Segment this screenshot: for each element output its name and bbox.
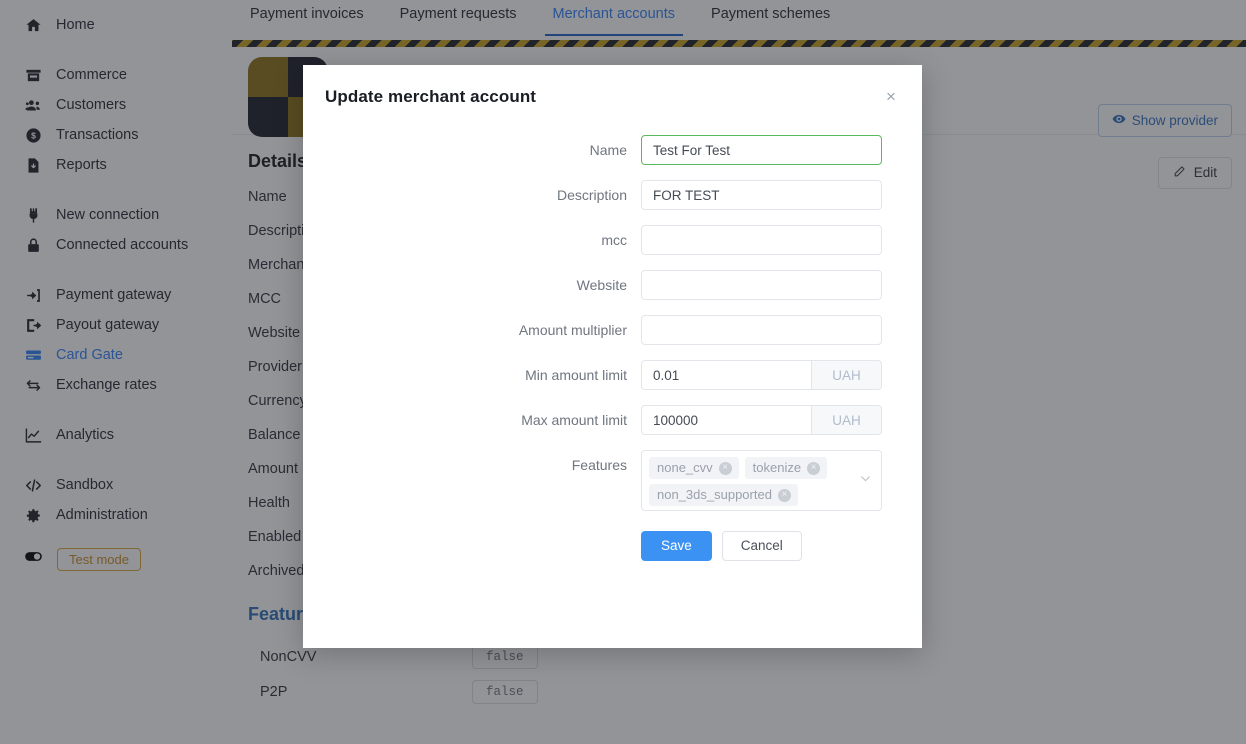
modal-actions: Save Cancel — [641, 531, 882, 561]
cancel-button[interactable]: Cancel — [721, 531, 802, 561]
modal-header: Update merchant account × — [303, 65, 922, 107]
amount-multiplier-label: Amount multiplier — [518, 322, 627, 338]
close-icon[interactable]: × — [880, 85, 902, 107]
min-amount-currency-addon: UAH — [811, 360, 882, 390]
update-merchant-account-modal: Update merchant account × Name Descripti… — [303, 65, 922, 648]
min-amount-limit-label: Min amount limit — [525, 367, 627, 383]
field-row-description: Description — [303, 180, 882, 210]
feature-chip-label: none_cvv — [657, 460, 713, 475]
features-label: Features — [571, 457, 627, 473]
field-row-name: Name — [303, 135, 882, 165]
feature-chip[interactable]: tokenize × — [744, 457, 828, 479]
max-amount-limit-input[interactable] — [641, 405, 811, 435]
website-input[interactable] — [641, 270, 882, 300]
mcc-input[interactable] — [641, 225, 882, 255]
features-multiselect[interactable]: none_cvv × tokenize × non_3ds_supported … — [641, 450, 882, 511]
remove-chip-icon[interactable]: × — [777, 488, 791, 502]
feature-chip-label: tokenize — [752, 460, 802, 475]
description-label: Description — [556, 187, 627, 203]
remove-chip-icon[interactable]: × — [807, 461, 821, 475]
website-label: Website — [576, 277, 627, 293]
max-amount-limit-label: Max amount limit — [521, 412, 627, 428]
field-row-amount-multiplier: Amount multiplier — [303, 315, 882, 345]
description-input[interactable] — [641, 180, 882, 210]
field-row-features: Features none_cvv × tokenize × non_3ds_s… — [303, 450, 882, 511]
feature-chip[interactable]: none_cvv × — [649, 457, 739, 479]
min-amount-input-group: UAH — [641, 360, 882, 390]
name-label: Name — [589, 142, 627, 158]
mcc-label: mcc — [601, 232, 627, 248]
modal-title: Update merchant account — [325, 87, 537, 106]
modal-body: Name Description mcc Website — [303, 107, 922, 561]
field-row-max-amount-limit: Max amount limit UAH — [303, 405, 882, 435]
amount-multiplier-input[interactable] — [641, 315, 882, 345]
app-root: Home Commerce Customers $ Transactions R… — [0, 0, 1246, 744]
field-row-website: Website — [303, 270, 882, 300]
feature-chip-label: non_3ds_supported — [657, 487, 772, 502]
remove-chip-icon[interactable]: × — [718, 461, 732, 475]
feature-chip[interactable]: non_3ds_supported × — [649, 484, 798, 506]
field-row-min-amount-limit: Min amount limit UAH — [303, 360, 882, 390]
name-input[interactable] — [641, 135, 882, 165]
chevron-down-icon — [859, 472, 872, 490]
field-row-mcc: mcc — [303, 225, 882, 255]
min-amount-limit-input[interactable] — [641, 360, 811, 390]
save-button[interactable]: Save — [641, 531, 712, 561]
max-amount-input-group: UAH — [641, 405, 882, 435]
modal-actions-row: Save Cancel — [303, 526, 882, 561]
max-amount-currency-addon: UAH — [811, 405, 882, 435]
